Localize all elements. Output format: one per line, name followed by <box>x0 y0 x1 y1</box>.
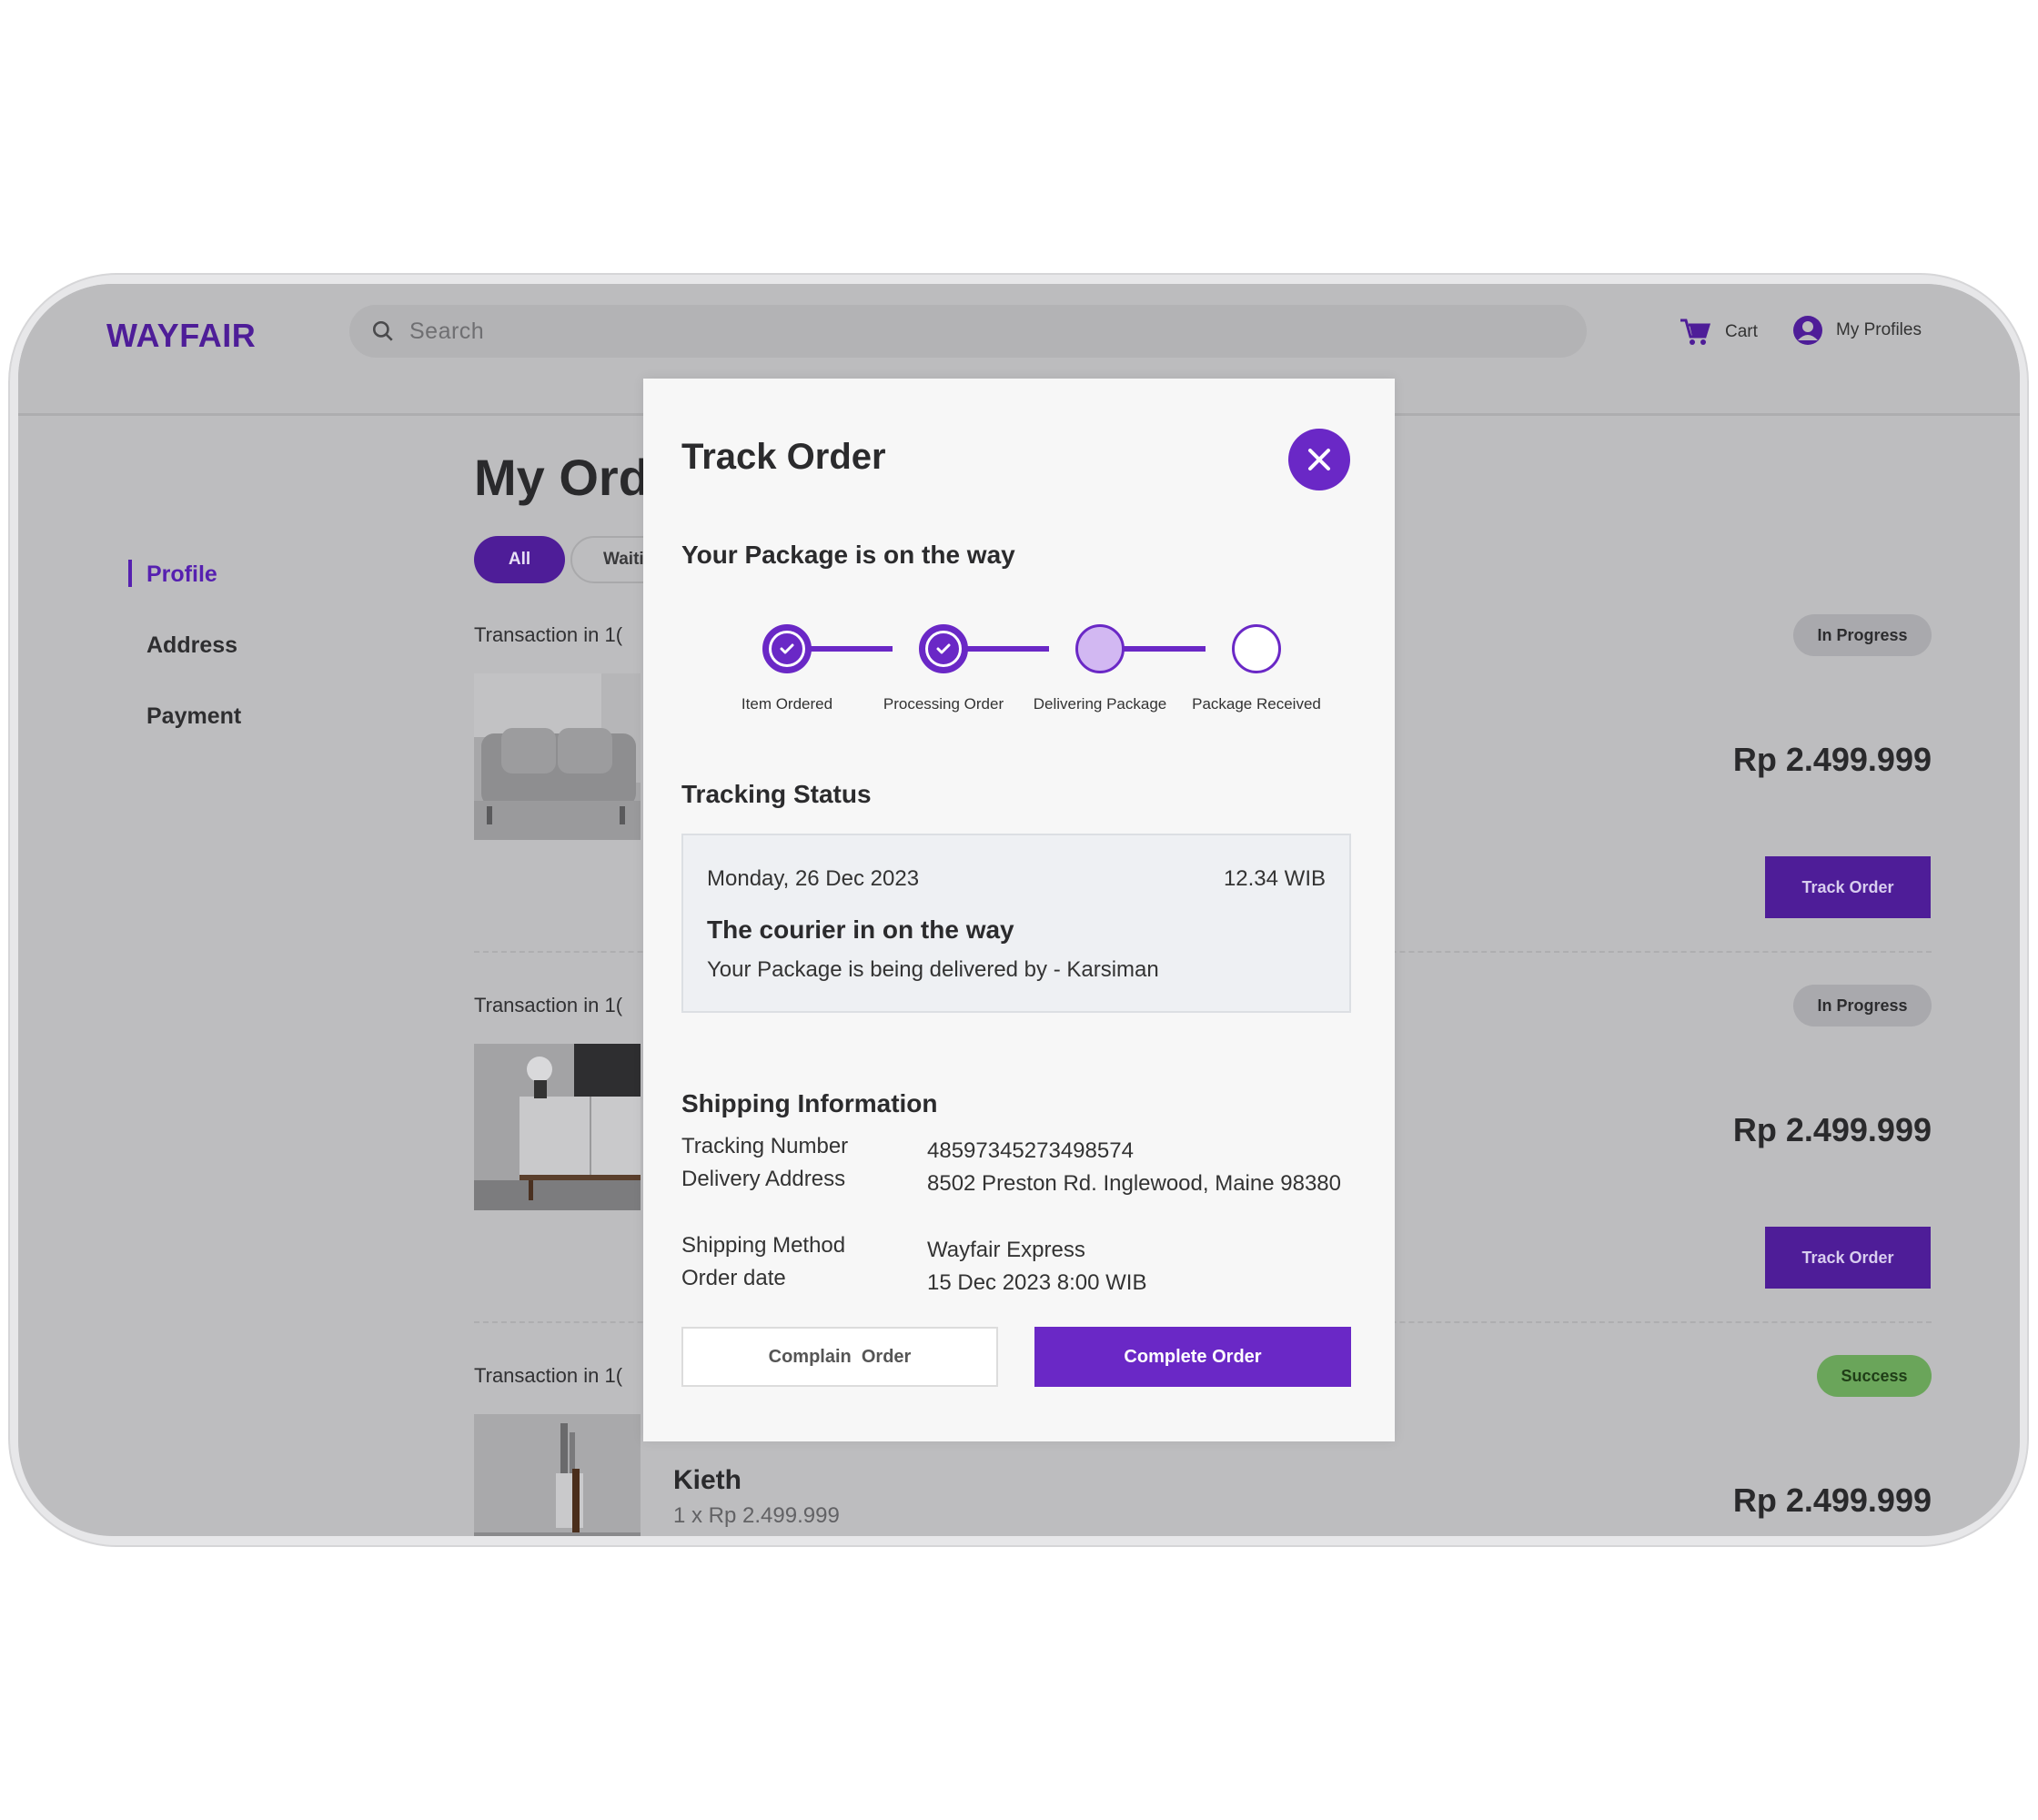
step-label: Package Received <box>1192 695 1321 713</box>
shipping-label: Tracking Number <box>681 1134 849 1158</box>
page-title: My Ord <box>474 449 650 506</box>
track-order-button[interactable]: Track Order <box>1765 856 1931 918</box>
complain-order-button[interactable]: Complain Order <box>681 1327 998 1387</box>
check-icon <box>936 643 951 654</box>
shipping-label: Delivery Address <box>681 1167 846 1191</box>
shipping-value: 15 Dec 2023 8:00 WIB <box>927 1270 1147 1295</box>
close-button[interactable] <box>1288 429 1350 490</box>
shipping-label: Order date <box>681 1266 786 1290</box>
product-thumbnail-lamp[interactable] <box>474 1414 641 1536</box>
my-profiles-label: My Profiles <box>1836 320 1922 339</box>
product-thumbnail-cabinet[interactable] <box>474 1044 641 1210</box>
order-transaction-label: Transaction in 1( <box>474 623 623 646</box>
product-quantity: 1 x Rp 2.499.999 <box>673 1503 840 1528</box>
sidebar-item-profile[interactable]: Profile <box>146 561 217 588</box>
order-progress-steps: Item Ordered Processing Order Delivering… <box>643 606 1395 715</box>
status-badge: Success <box>1817 1355 1932 1397</box>
tracking-detail: Your Package is being delivered by - Kar… <box>707 957 1159 982</box>
step-item-ordered <box>762 624 812 673</box>
modal-title: Track Order <box>681 437 886 477</box>
search-bar[interactable]: Search <box>349 305 1587 358</box>
tracking-date: Monday, 26 Dec 2023 <box>707 866 920 891</box>
status-badge: In Progress <box>1793 614 1932 656</box>
shipping-value: 48597345273498574 <box>927 1138 1134 1163</box>
cart-icon <box>1680 318 1710 345</box>
step-label: Delivering Package <box>1033 695 1167 713</box>
shipping-value: 8502 Preston Rd. Inglewood, Maine 98380 <box>927 1171 1341 1196</box>
complete-order-button[interactable]: Complete Order <box>1034 1327 1351 1387</box>
step-label: Processing Order <box>883 695 1004 713</box>
track-order-modal: Track Order Your Package is on the way I… <box>643 379 1395 1441</box>
close-icon <box>1308 449 1330 470</box>
my-profiles-link[interactable]: My Profiles <box>1792 315 1922 346</box>
tracking-time: 12.34 WIB <box>1223 866 1326 891</box>
order-transaction-label: Transaction in 1( <box>474 1364 623 1387</box>
tab-all[interactable]: All <box>474 536 565 583</box>
track-order-button[interactable]: Track Order <box>1765 1227 1931 1289</box>
shipping-information-heading: Shipping Information <box>681 1089 938 1117</box>
order-price: Rp 2.499.999 <box>1732 741 1932 778</box>
step-label: Item Ordered <box>741 695 833 713</box>
order-price: Rp 2.499.999 <box>1732 1111 1932 1148</box>
cart-link[interactable]: Cart <box>1680 318 1758 347</box>
check-icon <box>780 643 794 654</box>
user-avatar-icon <box>1793 316 1822 345</box>
step-delivering-package <box>1075 624 1125 673</box>
shipping-label: Shipping Method <box>681 1233 846 1258</box>
package-status-heading: Your Package is on the way <box>681 541 1015 569</box>
status-badge: In Progress <box>1793 985 1932 1026</box>
wayfair-logo[interactable]: WAYFAIR <box>106 317 256 355</box>
cart-label: Cart <box>1725 322 1758 341</box>
step-processing-order <box>919 624 968 673</box>
order-transaction-label: Transaction in 1( <box>474 994 623 1016</box>
tracking-headline: The courier in on the way <box>707 915 1014 944</box>
order-price: Rp 2.499.999 <box>1732 1481 1932 1519</box>
sidebar-active-indicator <box>128 560 132 587</box>
tracking-status-heading: Tracking Status <box>681 780 872 808</box>
sidebar-item-payment[interactable]: Payment <box>146 703 241 730</box>
product-name: Kieth <box>673 1465 742 1495</box>
search-placeholder: Search <box>409 318 485 344</box>
shipping-value: Wayfair Express <box>927 1238 1085 1262</box>
tracking-status-card: Monday, 26 Dec 2023 12.34 WIB The courie… <box>681 834 1351 1013</box>
step-package-received <box>1232 624 1281 673</box>
search-icon <box>372 320 393 341</box>
product-thumbnail-sofa[interactable] <box>474 673 641 840</box>
sidebar-item-address[interactable]: Address <box>146 632 237 659</box>
